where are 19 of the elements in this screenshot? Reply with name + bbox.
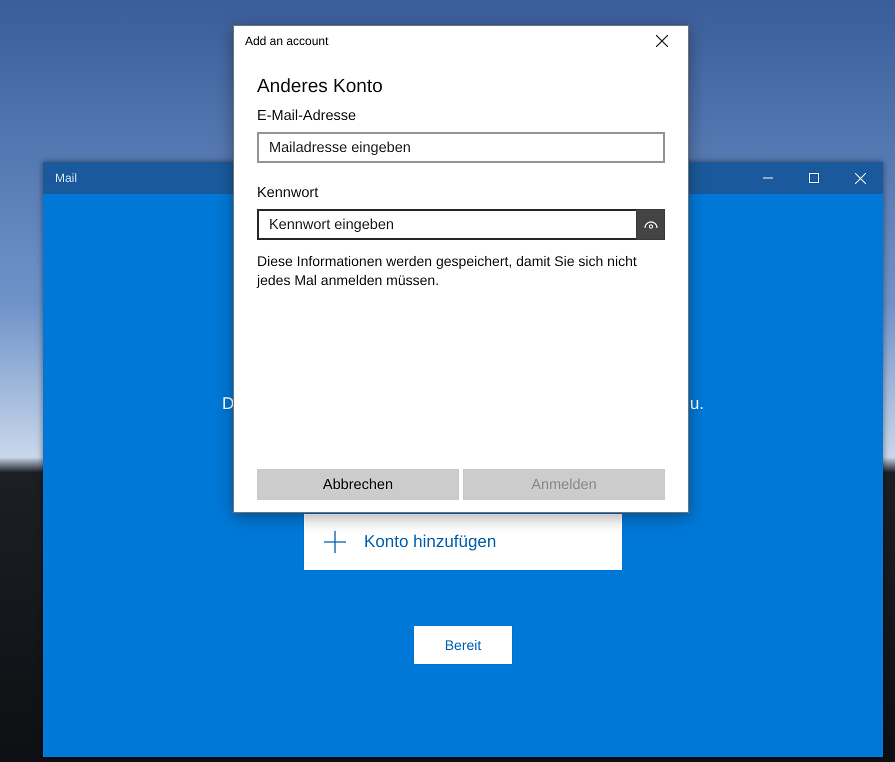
body-text: D	[222, 394, 234, 414]
password-field[interactable]: Kennwort eingeben	[257, 209, 636, 240]
ready-button[interactable]: Bereit	[414, 626, 512, 664]
cancel-button[interactable]: Abbrechen	[257, 469, 459, 500]
reveal-password-button[interactable]	[636, 209, 665, 240]
info-text: Diese Informationen werden gespeichert, damit Sie sich nicht jedes Mal anmelden müssen.	[257, 252, 638, 290]
dialog-heading: Anderes Konto	[257, 76, 384, 98]
body-text: u.	[690, 394, 704, 414]
eye-icon	[644, 220, 658, 229]
email-field[interactable]: Mailadresse eingeben	[257, 132, 665, 163]
field-label: E-Mail-Adresse	[257, 108, 358, 124]
maximize-icon	[809, 173, 819, 183]
close-icon	[656, 35, 668, 47]
field-label: Kennwort	[257, 185, 320, 201]
close-icon	[854, 172, 866, 184]
dialog-title: Add an account	[245, 34, 328, 48]
plus-icon	[324, 531, 346, 553]
add-account-button[interactable]: Konto hinzufügen	[304, 514, 622, 570]
window-title: Mail	[55, 171, 78, 185]
